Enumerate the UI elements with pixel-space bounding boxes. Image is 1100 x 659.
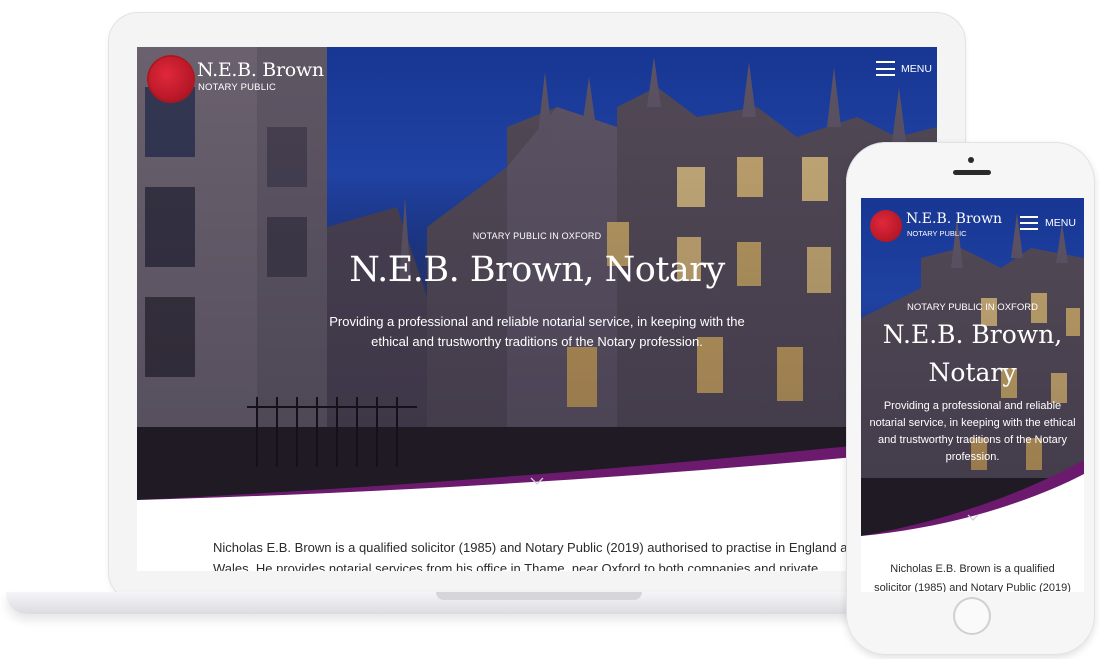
brand-name[interactable]: N.E.B. Brown — [197, 59, 324, 81]
chevron-down-icon[interactable] — [967, 514, 979, 521]
brand-tagline: NOTARY PUBLIC — [198, 82, 277, 93]
menu-label: MENU — [901, 62, 932, 75]
desktop-hero: N.E.B. Brown NOTARY PUBLIC MENU NOTARY P… — [137, 47, 937, 500]
hero-title: N.E.B. Brown, Notary — [349, 250, 725, 290]
intro-paragraph: Nicholas E.B. Brown is a qualified solic… — [871, 560, 1074, 592]
hero-eyebrow: NOTARY PUBLIC IN OXFORD — [472, 231, 602, 241]
intro-line: Nicholas E.B. Brown is a qualified solic… — [213, 540, 862, 555]
hamburger-icon — [876, 61, 895, 76]
hero-wave-divider — [137, 437, 937, 500]
hero-wave-divider — [861, 460, 1084, 536]
intro-paragraph: Nicholas E.B. Brown is a qualified solic… — [213, 537, 933, 571]
desktop-website-preview: N.E.B. Brown NOTARY PUBLIC MENU NOTARY P… — [137, 47, 937, 571]
menu-label: MENU — [1045, 217, 1076, 229]
hamburger-icon — [1020, 216, 1038, 230]
hero-title-line: Notary — [928, 358, 1017, 387]
intro-line: Nicholas E.B. Brown is a qualified — [890, 563, 1055, 575]
chevron-down-icon[interactable] — [530, 477, 544, 485]
mobile-website-preview: N.E.B. Brown NOTARY PUBLIC MENU NOTARY P… — [861, 198, 1084, 592]
brand-tagline: NOTARY PUBLIC — [907, 229, 967, 238]
phone-home-button — [953, 597, 991, 635]
intro-line: solicitor (1985) and Notary Public (2019… — [874, 582, 1071, 592]
hero-title-line: N.E.B. Brown, — [882, 320, 1063, 349]
intro-line: Wales. He provides notarial services fro… — [213, 561, 819, 571]
menu-button[interactable]: MENU — [876, 61, 932, 76]
wax-seal-icon[interactable] — [870, 210, 902, 242]
hero-description: Providing a professional and reliable no… — [329, 314, 745, 349]
hero-title: N.E.B. Brown, Notary — [869, 316, 1076, 392]
phone-camera — [968, 157, 974, 163]
hero-description: Providing a professional and reliable no… — [869, 400, 1076, 463]
menu-button[interactable]: MENU — [1020, 216, 1076, 230]
mobile-hero: N.E.B. Brown NOTARY PUBLIC MENU NOTARY P… — [861, 198, 1084, 536]
hero-eyebrow: NOTARY PUBLIC IN OXFORD — [907, 302, 1038, 313]
phone-speaker — [953, 170, 991, 175]
wax-seal-icon[interactable] — [149, 57, 193, 101]
laptop-hinge-notch — [436, 592, 642, 600]
brand-name[interactable]: N.E.B. Brown — [906, 211, 1002, 227]
